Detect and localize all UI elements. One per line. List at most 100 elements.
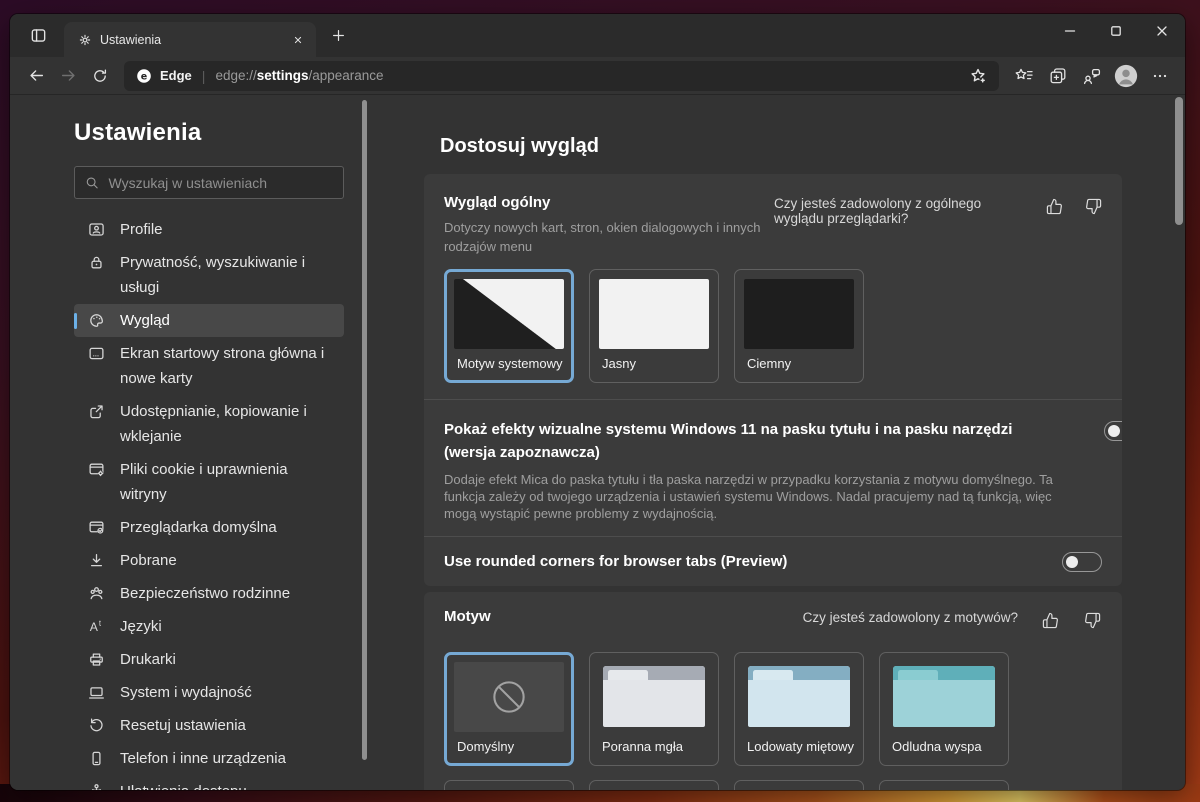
- sidebar-item-cookies-permissions[interactable]: Pliki cookie i uprawnienia witryny: [74, 453, 344, 511]
- close-window-icon: [1156, 25, 1168, 37]
- profile-button[interactable]: [1109, 61, 1143, 91]
- theme-option[interactable]: [589, 780, 719, 790]
- thumbs-up-button[interactable]: [1040, 610, 1060, 630]
- url-separator: |: [202, 68, 206, 84]
- mode-preview-light: [599, 279, 709, 349]
- sidebar-item-profile[interactable]: Profile: [74, 213, 344, 246]
- svg-text:A: A: [90, 620, 99, 634]
- main-scrollbar[interactable]: [1175, 97, 1183, 225]
- refresh-button[interactable]: [84, 61, 116, 91]
- thumbs-up-button[interactable]: [1046, 196, 1063, 216]
- mode-option-system[interactable]: Motyw systemowy: [444, 269, 574, 383]
- default-browser-icon: [88, 519, 105, 536]
- sidebar-item-label: Pobrane: [120, 548, 177, 573]
- system-icon: [88, 684, 105, 701]
- sidebar-item-family-safety[interactable]: Bezpieczeństwo rodzinne: [74, 577, 344, 610]
- tab-ustawienia[interactable]: Ustawienia: [64, 22, 316, 57]
- sidebar-item-accessibility[interactable]: Ułatwienia dostępu: [74, 775, 344, 790]
- collections-button[interactable]: [1041, 61, 1075, 91]
- sidebar-item-start-page[interactable]: Ekran startowy strona główna i nowe kart…: [74, 337, 344, 395]
- theme-option[interactable]: [879, 780, 1009, 790]
- minimize-button[interactable]: [1047, 14, 1093, 48]
- theme-mock-window: [748, 666, 850, 727]
- theme-option-morning-fog[interactable]: Poranna mgła: [589, 652, 719, 766]
- sidebar-item-appearance[interactable]: Wygląd: [74, 304, 344, 337]
- prohibition-icon: [486, 674, 532, 720]
- new-tab-button[interactable]: [322, 22, 354, 50]
- theme-preview: [889, 662, 999, 732]
- tab-actions-icon: [30, 27, 47, 44]
- tab-close-button[interactable]: [288, 30, 308, 50]
- thumbs-up-icon: [1042, 612, 1059, 629]
- toolbar: e Edge | edge://settings/appearance: [10, 57, 1185, 95]
- thumbs-down-icon: [1084, 612, 1101, 629]
- feedback-button[interactable]: [1075, 61, 1109, 91]
- add-favorite-button[interactable]: [961, 61, 995, 91]
- mica-toggle-description: Dodaje efekt Mica do paska tytułu i tła …: [444, 471, 1064, 522]
- maximize-button[interactable]: [1093, 14, 1139, 48]
- mode-preview-dark: [744, 279, 854, 349]
- sidebar-item-share-copy-paste[interactable]: Udostępnianie, kopiowanie i wklejanie: [74, 395, 344, 453]
- settings-page: Ustawienia Profile Prywatność, wyszukiwa…: [10, 95, 1185, 790]
- theme-preview: [599, 662, 709, 732]
- thumbs-down-button[interactable]: [1085, 196, 1102, 216]
- thumbs-down-button[interactable]: [1082, 610, 1102, 630]
- mode-preview-system: [454, 279, 564, 349]
- forward-button[interactable]: [52, 61, 84, 91]
- url-text: edge://settings/appearance: [215, 68, 383, 83]
- thumbs-up-icon: [1046, 198, 1063, 215]
- plus-icon: [331, 28, 346, 43]
- theme-preview: [744, 662, 854, 732]
- search-icon: [85, 175, 99, 191]
- sidebar-item-default-browser[interactable]: Przeglądarka domyślna: [74, 511, 344, 544]
- sidebar-item-phone-devices[interactable]: Telefon i inne urządzenia: [74, 742, 344, 775]
- profile-avatar: [1113, 63, 1139, 89]
- settings-search[interactable]: [74, 166, 344, 199]
- back-button[interactable]: [20, 61, 52, 91]
- theme-options-row: Domyślny Poranna mgła: [424, 630, 1122, 766]
- rounded-corners-toggle[interactable]: [1062, 552, 1102, 572]
- search-input[interactable]: [108, 175, 333, 191]
- theme-option[interactable]: [734, 780, 864, 790]
- close-button[interactable]: [1139, 14, 1185, 48]
- mica-toggle[interactable]: [1104, 421, 1122, 441]
- mode-option-light[interactable]: Jasny: [589, 269, 719, 383]
- arrow-right-icon: [60, 67, 77, 84]
- sidebar-item-label: Pliki cookie i uprawnienia witryny: [120, 457, 336, 507]
- start-page-icon: [88, 345, 105, 362]
- mica-toggle-label: Pokaż efekty wizualne systemu Windows 11…: [444, 418, 1044, 464]
- sidebar-item-system-performance[interactable]: System i wydajność: [74, 676, 344, 709]
- theme-mock-tab: [898, 670, 938, 680]
- theme-option-icy-mint[interactable]: Lodowaty miętowy: [734, 652, 864, 766]
- theme-option[interactable]: [444, 780, 574, 790]
- sidebar-item-privacy[interactable]: Prywatność, wyszukiwanie i usługi: [74, 246, 344, 304]
- theme-option-default[interactable]: Domyślny: [444, 652, 574, 766]
- close-icon: [292, 34, 304, 46]
- address-bar[interactable]: e Edge | edge://settings/appearance: [124, 61, 999, 91]
- collections-icon: [1048, 66, 1068, 86]
- add-favorite-icon: [969, 67, 987, 85]
- lock-icon: [88, 254, 105, 271]
- tab-actions-button[interactable]: [22, 22, 54, 50]
- mode-option-dark[interactable]: Ciemny: [734, 269, 864, 383]
- sidebar-item-printers[interactable]: Drukarki: [74, 643, 344, 676]
- sidebar-item-downloads[interactable]: Pobrane: [74, 544, 344, 577]
- theme-mock-tab: [608, 670, 648, 680]
- theme-option-desert-island[interactable]: Odludna wyspa: [879, 652, 1009, 766]
- sidebar-item-label: Udostępnianie, kopiowanie i wklejanie: [120, 399, 336, 449]
- sidebar-item-languages[interactable]: At Języki: [74, 610, 344, 643]
- feedback-question: Czy jesteś zadowolony z ogólnego wyglądu…: [774, 196, 1024, 226]
- sidebar-scrollbar[interactable]: [362, 100, 367, 760]
- site-label: Edge: [160, 68, 192, 83]
- favorites-button[interactable]: [1007, 61, 1041, 91]
- theme-preview-default: [454, 662, 564, 732]
- profile-card-icon: [88, 221, 105, 238]
- page-title: Dostosuj wygląd: [440, 135, 1185, 158]
- more-button[interactable]: [1143, 61, 1177, 91]
- browser-window: Ustawienia: [10, 14, 1185, 790]
- svg-text:e: e: [141, 71, 147, 82]
- sidebar-item-reset-settings[interactable]: Resetuj ustawienia: [74, 709, 344, 742]
- mode-label: Jasny: [599, 356, 709, 371]
- more-icon: [1152, 68, 1168, 84]
- theme-label: Domyślny: [454, 739, 564, 754]
